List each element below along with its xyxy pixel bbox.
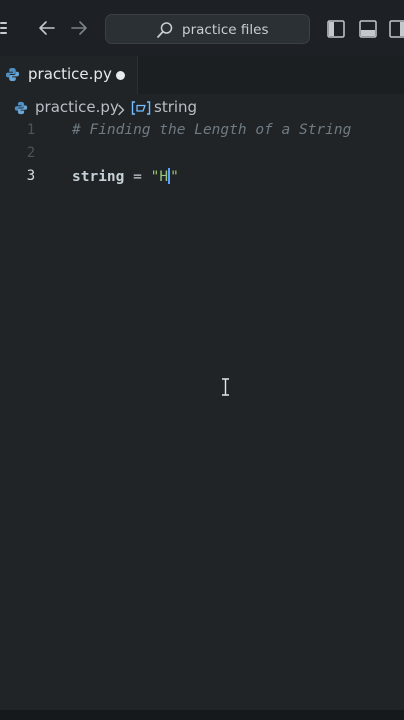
mouse-ibeam-cursor-icon — [221, 378, 230, 400]
breadcrumb-symbol[interactable]: string — [154, 98, 197, 116]
tab-practice-py[interactable]: practice.py — [0, 56, 138, 94]
title-bar: practice files — [0, 0, 404, 57]
code-comment: # Finding the Length of a String — [72, 122, 352, 138]
back-arrow-icon[interactable] — [35, 16, 59, 40]
code-string: "H — [150, 169, 169, 185]
breadcrumb: practice.py string — [0, 94, 404, 120]
code-operator: = — [124, 169, 151, 185]
menu-icon[interactable] — [0, 22, 7, 35]
code-line: 1 # Finding the Length of a String — [0, 122, 404, 145]
tab-bar: practice.py — [0, 56, 404, 95]
toggle-sidebar-icon[interactable] — [326, 19, 346, 39]
code-variable: string — [72, 169, 125, 185]
line-number: 1 — [26, 122, 36, 138]
editor-window: practice files practice.py practice.py s… — [0, 0, 404, 720]
chevron-right-icon — [116, 101, 126, 120]
code-string-end: " — [170, 169, 179, 185]
code-editor[interactable]: 1 # Finding the Length of a String 2 3 s… — [0, 120, 404, 710]
bottom-edge — [0, 710, 404, 720]
toggle-secondary-sidebar-icon[interactable] — [388, 19, 404, 39]
line-number: 3 — [26, 168, 36, 184]
python-file-icon — [5, 67, 20, 86]
forward-arrow-icon[interactable] — [67, 16, 91, 40]
unsaved-dot-icon[interactable] — [116, 71, 125, 80]
variable-symbol-icon — [131, 100, 151, 115]
code-line: 3 string = "H " — [0, 168, 404, 191]
breadcrumb-file[interactable]: practice.py — [35, 98, 119, 116]
command-center-search[interactable]: practice files — [105, 14, 310, 44]
line-number: 2 — [26, 145, 36, 161]
toggle-panel-icon[interactable] — [358, 19, 378, 39]
search-icon — [156, 21, 174, 43]
code-assignment: string = "H " — [72, 168, 179, 185]
python-file-icon — [14, 100, 28, 119]
tab-label: practice.py — [28, 65, 112, 83]
code-line: 2 — [0, 145, 404, 168]
search-text: practice files — [182, 22, 269, 38]
